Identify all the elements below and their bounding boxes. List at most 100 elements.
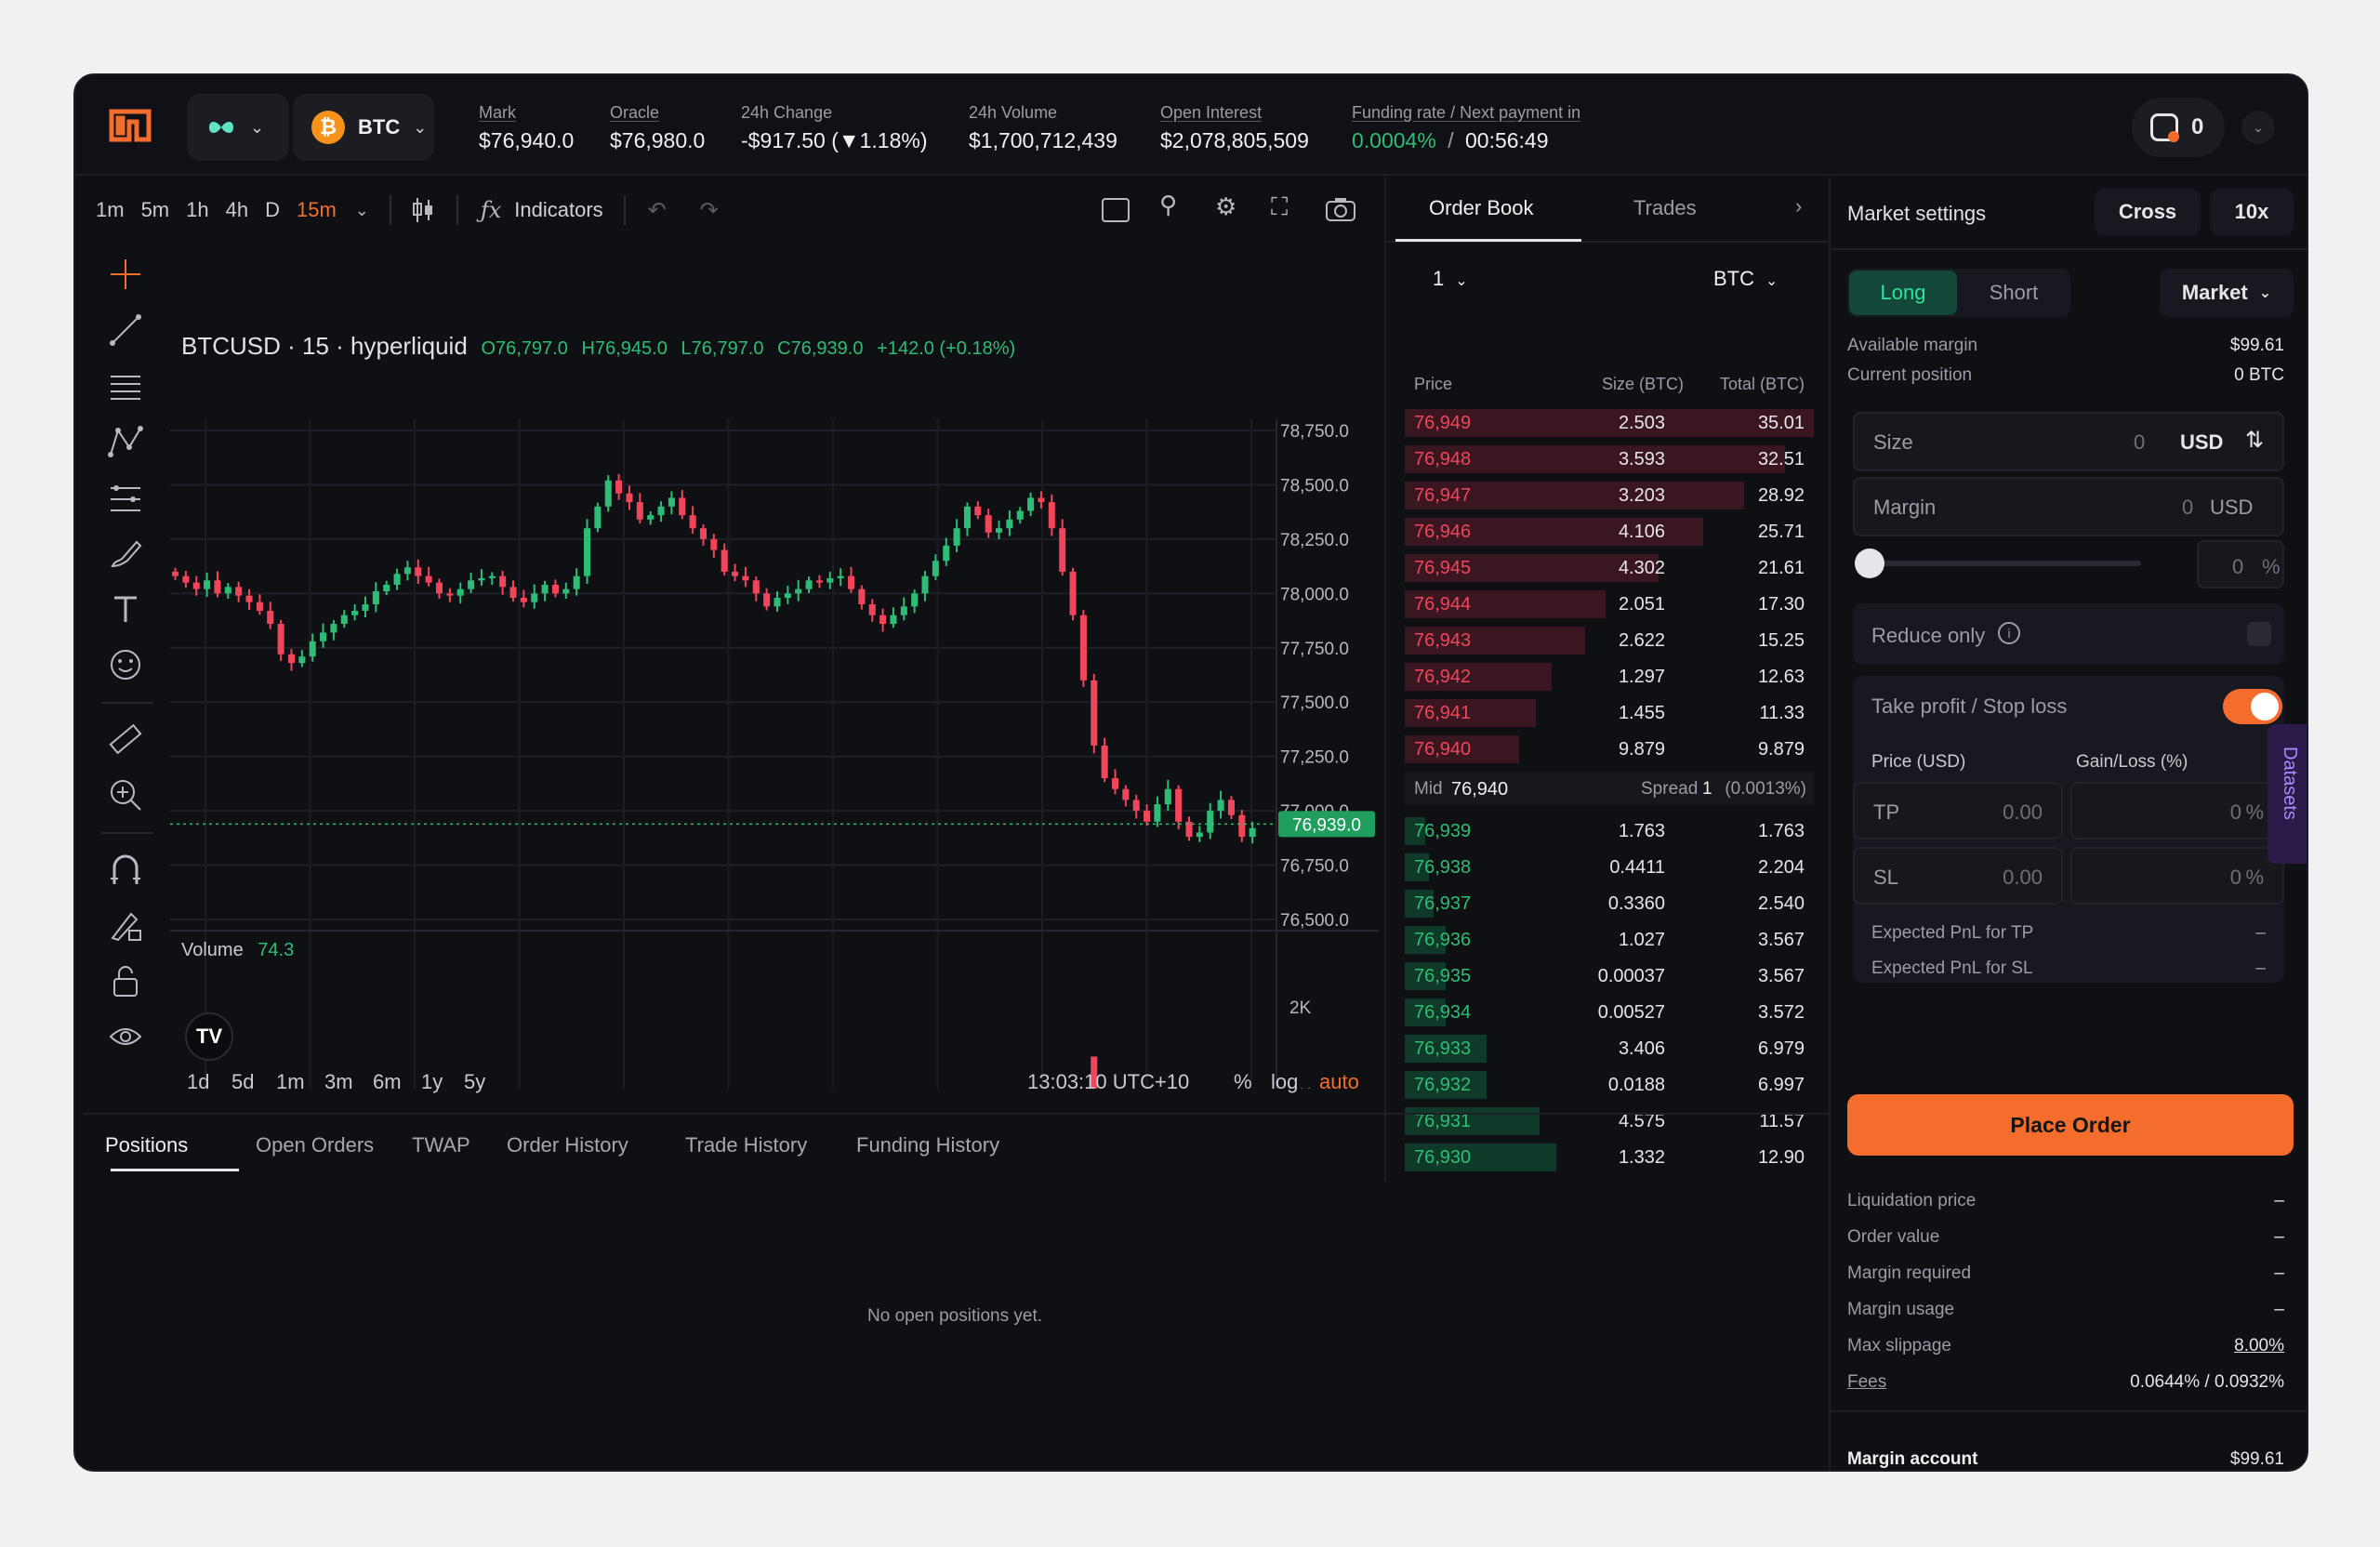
datasets-side-tab[interactable]: Datasets [2268, 724, 2307, 864]
leverage-button[interactable]: 10x [2210, 189, 2294, 235]
log-scale-toggle[interactable]: log [1271, 1070, 1298, 1094]
fib-icon[interactable] [107, 479, 144, 516]
group-size-select[interactable]: 1 ⌄ [1433, 267, 1468, 291]
indicators-button[interactable]: ƒx Indicators [481, 197, 603, 223]
size-input[interactable]: Size 0 USD ⇅ [1853, 412, 2284, 471]
place-order-button[interactable]: Place Order [1847, 1094, 2294, 1156]
size-unit-toggle[interactable]: USD [2180, 430, 2223, 455]
timeframe-1m[interactable]: 1m [96, 198, 125, 222]
trend-line-icon[interactable] [107, 311, 144, 349]
settings-icon[interactable]: ⚙ [1215, 192, 1236, 221]
emoji-icon[interactable] [107, 646, 144, 683]
ruler-icon[interactable] [107, 721, 144, 758]
range-6m[interactable]: 6m [373, 1070, 402, 1094]
ask-row[interactable]: 76,947 3.203 28.92 [1405, 480, 1814, 511]
margin-mode-button[interactable]: Cross [2095, 189, 2201, 235]
chevron-right-icon[interactable]: › [1795, 194, 1802, 218]
bid-row[interactable]: 76,937 0.3360 2.540 [1405, 888, 1814, 919]
bid-row[interactable]: 76,933 3.406 6.979 [1405, 1033, 1814, 1064]
sl-price-input[interactable]: SL 0.00 [1853, 847, 2063, 905]
fullscreen-icon[interactable]: ⛶ [1271, 192, 1288, 222]
unit-select[interactable]: BTC ⌄ [1713, 267, 1778, 291]
app-logo-icon[interactable] [109, 109, 152, 142]
price-chart[interactable]: 78,750.0 78,500.0 78,250.0 78,000.0 77,750.0… [170, 317, 1390, 1089]
unlock-icon[interactable] [107, 962, 144, 999]
margin-input[interactable]: Margin 0 USD [1853, 477, 2284, 536]
undo-icon[interactable]: ↶ [648, 197, 667, 224]
stat-open-interest[interactable]: Open Interest $2,078,805,509 [1160, 103, 1309, 153]
tab-trades[interactable]: Trades [1633, 196, 1697, 220]
percent-input[interactable]: 0 % [2197, 540, 2284, 588]
bid-row[interactable]: 76,938 0.4411 2.204 [1405, 852, 1814, 883]
range-1m[interactable]: 1m [276, 1070, 305, 1094]
stat-funding-rate[interactable]: Funding rate / Next payment in 0.0004% /… [1352, 103, 1580, 153]
percent-scale-toggle[interactable]: % [1234, 1070, 1252, 1094]
timeframe-15m[interactable]: 15m [297, 198, 337, 222]
auto-scale-toggle[interactable]: auto [1319, 1070, 1359, 1094]
range-1y[interactable]: 1y [421, 1070, 443, 1094]
ask-row[interactable]: 76,942 1.297 12.63 [1405, 661, 1814, 693]
order-type-select[interactable]: Market ⌄ [2160, 269, 2294, 317]
quick-search-icon[interactable]: ⚲ [1159, 191, 1177, 219]
ask-row[interactable]: 76,948 3.593 32.51 [1405, 443, 1814, 475]
candle-type-icon[interactable] [410, 196, 436, 224]
brush-icon[interactable] [107, 535, 144, 572]
crosshair-icon[interactable] [107, 256, 144, 293]
bid-row[interactable]: 76,936 1.027 3.567 [1405, 924, 1814, 956]
account-menu-button[interactable]: ⌄ [2241, 111, 2275, 144]
eye-icon[interactable] [107, 1018, 144, 1055]
range-3m[interactable]: 3m [324, 1070, 353, 1094]
bid-row[interactable]: 76,939 1.763 1.763 [1405, 815, 1814, 847]
redo-icon[interactable]: ↷ [700, 197, 719, 224]
pattern-icon[interactable] [107, 423, 144, 460]
ask-row[interactable]: 76,943 2.622 15.25 [1405, 625, 1814, 656]
bid-row[interactable]: 76,934 0.00527 3.572 [1405, 997, 1814, 1028]
layout-icon[interactable] [1102, 198, 1130, 222]
sl-loss-input[interactable]: 0 % [2070, 847, 2284, 905]
timeframe-4h[interactable]: 4h [226, 198, 248, 222]
ask-row[interactable]: 76,941 1.455 11.33 [1405, 697, 1814, 729]
range-5d[interactable]: 5d [231, 1070, 254, 1094]
ask-row[interactable]: 76,949 2.503 35.01 [1405, 407, 1814, 439]
timeframe-d[interactable]: D [265, 198, 280, 222]
tab-twap[interactable]: TWAP [412, 1133, 470, 1157]
horizontal-lines-icon[interactable] [107, 367, 144, 404]
tab-trade-history[interactable]: Trade History [685, 1133, 807, 1157]
bid-row[interactable]: 76,935 0.00037 3.567 [1405, 960, 1814, 992]
range-5y[interactable]: 5y [464, 1070, 485, 1094]
ask-row[interactable]: 76,945 4.302 21.61 [1405, 552, 1814, 584]
ask-row[interactable]: 76,944 2.051 17.30 [1405, 588, 1814, 620]
network-select[interactable]: ⌄ [187, 94, 289, 161]
stat-oracle[interactable]: Oracle $76,980.0 [610, 103, 705, 153]
range-1d[interactable]: 1d [187, 1070, 209, 1094]
tab-funding-history[interactable]: Funding History [856, 1133, 999, 1157]
bid-row[interactable]: 76,932 0.0188 6.997 [1405, 1069, 1814, 1101]
lock-drawing-icon[interactable] [107, 906, 144, 944]
stat-mark[interactable]: Mark $76,940.0 [479, 103, 574, 153]
slider-handle[interactable] [1855, 549, 1884, 578]
reduce-only-checkbox[interactable] [2247, 622, 2271, 646]
tab-order-book[interactable]: Order Book [1429, 196, 1534, 220]
timeframe-1h[interactable]: 1h [186, 198, 208, 222]
long-button[interactable]: Long [1849, 271, 1957, 315]
tab-positions[interactable]: Positions [105, 1133, 188, 1157]
tab-order-history[interactable]: Order History [507, 1133, 628, 1157]
tradingview-logo-icon[interactable]: TV [185, 1012, 233, 1061]
text-icon[interactable] [107, 590, 144, 628]
timeframe-dropdown-icon[interactable]: ⌄ [355, 201, 369, 220]
zoom-in-icon[interactable] [107, 776, 144, 813]
size-slider[interactable] [1855, 549, 2141, 578]
magnet-icon[interactable] [107, 851, 144, 888]
tab-open-orders[interactable]: Open Orders [256, 1133, 374, 1157]
info-icon[interactable]: i [1998, 622, 2020, 644]
timeframe-5m[interactable]: 5m [141, 198, 170, 222]
tp-price-input[interactable]: TP 0.00 [1853, 782, 2063, 840]
swap-icon[interactable]: ⇅ [2245, 427, 2264, 454]
asset-select[interactable]: ₿ BTC ⌄ [293, 94, 434, 161]
short-button[interactable]: Short [1959, 271, 2069, 315]
camera-icon[interactable] [1325, 196, 1356, 222]
tpsl-toggle[interactable] [2223, 689, 2282, 724]
notifications-button[interactable]: 0 [2132, 98, 2225, 157]
ask-row[interactable]: 76,946 4.106 25.71 [1405, 516, 1814, 548]
tp-gain-input[interactable]: 0 % [2070, 782, 2284, 840]
